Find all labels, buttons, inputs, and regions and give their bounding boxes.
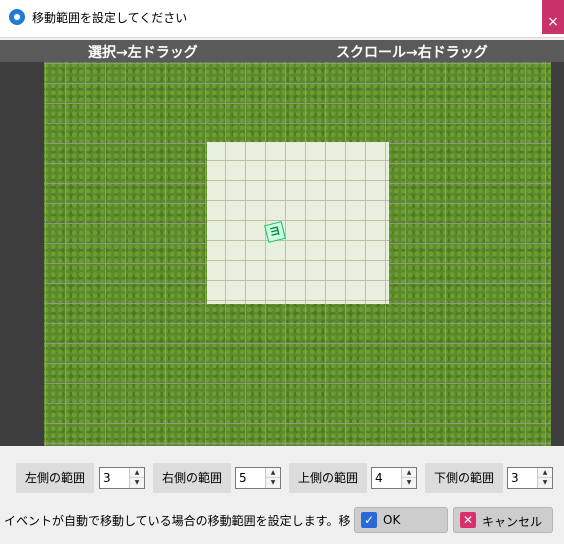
scroll-hint: スクロール→右ドラッグ (336, 45, 488, 61)
right-range-up-arrow-icon[interactable]: ▲ (266, 468, 280, 478)
title-bar: 移動範囲を設定してください × (0, 0, 564, 38)
close-button[interactable]: × (542, 0, 564, 34)
right-range-label: 右側の範囲 (153, 463, 231, 493)
left-range-spin-buttons: ▲ ▼ (129, 468, 144, 488)
settings-gear-icon (9, 9, 25, 25)
ok-button[interactable]: ✓ OK (354, 507, 448, 533)
top-range-down-arrow-icon[interactable]: ▼ (402, 478, 416, 488)
cancel-button[interactable]: ✕ キャンセル (453, 507, 553, 533)
event-glyph: ヨ (267, 223, 282, 240)
bottom-range-up-arrow-icon[interactable]: ▲ (538, 468, 552, 478)
left-range-value[interactable]: 3 (103, 471, 111, 485)
bottom-range-label: 下側の範囲 (425, 463, 503, 493)
top-range-value[interactable]: 4 (375, 471, 383, 485)
right-range-spin-buttons: ▲ ▼ (265, 468, 280, 488)
bottom-range-value[interactable]: 3 (511, 471, 519, 485)
bottom-range-spin-buttons: ▲ ▼ (537, 468, 552, 488)
top-range-up-arrow-icon[interactable]: ▲ (402, 468, 416, 478)
checkmark-icon: ✓ (361, 512, 377, 528)
right-range-down-arrow-icon[interactable]: ▼ (266, 478, 280, 488)
description-text: イベントが自動で移動している場合の移動範囲を設定します。移動 (4, 514, 350, 528)
left-range-label: 左側の範囲 (16, 463, 94, 493)
cancel-label: キャンセル (482, 515, 543, 529)
select-hint: 選択→左ドラッグ (88, 45, 198, 61)
top-range-label: 上側の範囲 (289, 463, 367, 493)
left-range-up-arrow-icon[interactable]: ▲ (130, 468, 144, 478)
bottom-range-stepper[interactable]: 3 ▲ ▼ (507, 467, 553, 489)
close-x-icon: ✕ (460, 512, 476, 528)
left-range-down-arrow-icon[interactable]: ▼ (130, 478, 144, 488)
top-range-stepper[interactable]: 4 ▲ ▼ (371, 467, 417, 489)
top-range-spin-buttons: ▲ ▼ (401, 468, 416, 488)
left-range-stepper[interactable]: 3 ▲ ▼ (99, 467, 145, 489)
movement-range-region[interactable] (207, 142, 389, 304)
right-range-value[interactable]: 5 (239, 471, 247, 485)
window-title: 移動範囲を設定してください (32, 11, 188, 25)
bottom-range-down-arrow-icon[interactable]: ▼ (538, 478, 552, 488)
right-range-stepper[interactable]: 5 ▲ ▼ (235, 467, 281, 489)
hint-bar: 選択→左ドラッグ スクロール→右ドラッグ (0, 40, 564, 62)
ok-label: OK (383, 513, 401, 527)
